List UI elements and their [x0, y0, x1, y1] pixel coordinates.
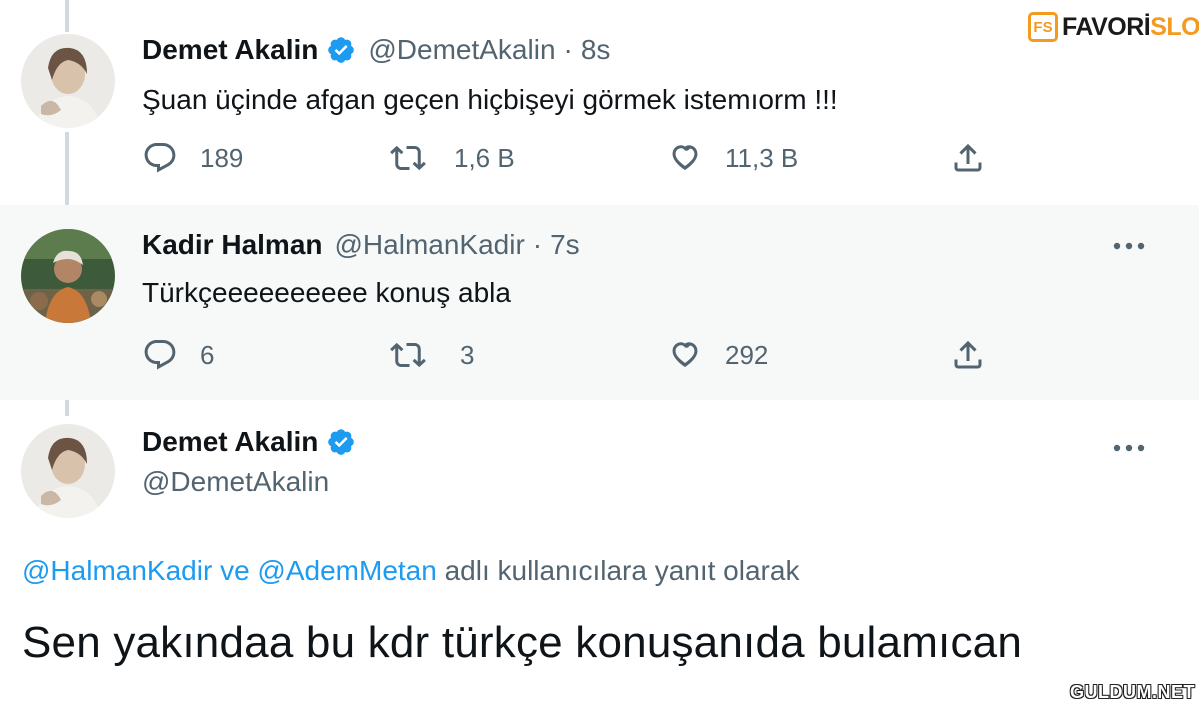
- main-tweet-header: Demet Akalin: [142, 426, 356, 458]
- avatar[interactable]: [21, 34, 115, 128]
- like-button[interactable]: 11,3 B: [667, 140, 798, 176]
- replying-to: @HalmanKadir ve @AdemMetan adlı kullanıc…: [22, 555, 799, 587]
- watermark: GULDUM.NET: [1070, 682, 1195, 702]
- author-handle[interactable]: @DemetAkalin: [368, 34, 555, 66]
- share-icon: [950, 140, 986, 176]
- reply-count: 189: [200, 142, 244, 173]
- tweet-header: Kadir Halman @HalmanKadir · 7s: [142, 229, 580, 261]
- timestamp[interactable]: 7s: [550, 229, 580, 261]
- reply-icon: [142, 337, 178, 373]
- heart-icon: [667, 140, 703, 176]
- reply-conjunction: ve: [220, 555, 250, 586]
- tweet-1[interactable]: Demet Akalin @DemetAkalin · 8s Şuan üçin…: [0, 0, 1199, 205]
- more-options-button[interactable]: [1112, 239, 1146, 253]
- reply-icon: [142, 140, 178, 176]
- heart-icon: [667, 337, 703, 373]
- logo-word-1: FAVORİ: [1062, 12, 1151, 41]
- mention-link[interactable]: @HalmanKadir: [22, 555, 212, 586]
- mention-link[interactable]: @AdemMetan: [257, 555, 436, 586]
- reply-button[interactable]: 6: [142, 337, 214, 373]
- like-button[interactable]: 292: [667, 337, 768, 373]
- logo-icon: FS: [1028, 12, 1058, 42]
- verified-badge-icon: [326, 35, 356, 65]
- retweet-count: 3: [460, 339, 475, 370]
- tweet-actions: 6 3 292: [142, 337, 1002, 377]
- more-options-button[interactable]: [1112, 441, 1146, 455]
- author-handle[interactable]: @DemetAkalin: [142, 466, 329, 498]
- separator: ·: [563, 34, 573, 65]
- logo-word-2: SLOT: [1150, 12, 1199, 41]
- tweet-text: Türkçeeeeeeeeee konuş abla: [142, 277, 511, 308]
- tweet-header: Demet Akalin @DemetAkalin · 8s: [142, 34, 610, 66]
- reply-suffix: adlı kullanıcılara yanıt olarak: [444, 555, 800, 586]
- main-tweet-text: Sen yakındaa bu kdr türkçe konuşanıda bu…: [22, 618, 1023, 667]
- avatar[interactable]: [21, 424, 115, 518]
- tweet-actions: 189 1,6 B 11,3 B: [142, 140, 1002, 180]
- separator: ·: [532, 229, 543, 260]
- author-name[interactable]: Demet Akalin: [142, 426, 318, 458]
- share-icon: [950, 337, 986, 373]
- share-button[interactable]: [950, 337, 986, 373]
- retweet-count: 1,6 B: [454, 142, 515, 173]
- author-name[interactable]: Demet Akalin: [142, 34, 318, 66]
- author-handle[interactable]: @HalmanKadir: [335, 229, 525, 261]
- retweet-icon: [390, 337, 426, 373]
- like-count: 11,3 B: [725, 142, 799, 173]
- retweet-button[interactable]: 3: [390, 337, 474, 373]
- tweet-text: Şuan üçinde afgan geçen hiçbişeyi görmek…: [142, 84, 838, 115]
- like-count: 292: [725, 339, 769, 370]
- avatar[interactable]: [21, 229, 115, 323]
- verified-badge-icon: [326, 427, 356, 457]
- timestamp[interactable]: 8s: [581, 34, 611, 66]
- reply-button[interactable]: 189: [142, 140, 243, 176]
- author-name[interactable]: Kadir Halman: [142, 229, 323, 261]
- retweet-button[interactable]: 1,6 B: [390, 140, 515, 176]
- reply-count: 6: [200, 339, 215, 370]
- tweet-2[interactable]: Kadir Halman @HalmanKadir · 7s Türkçeeee…: [0, 205, 1199, 400]
- share-button[interactable]: [950, 140, 986, 176]
- favorislot-logo: FS FAVORİ SLOT: [1028, 12, 1199, 42]
- retweet-icon: [390, 140, 426, 176]
